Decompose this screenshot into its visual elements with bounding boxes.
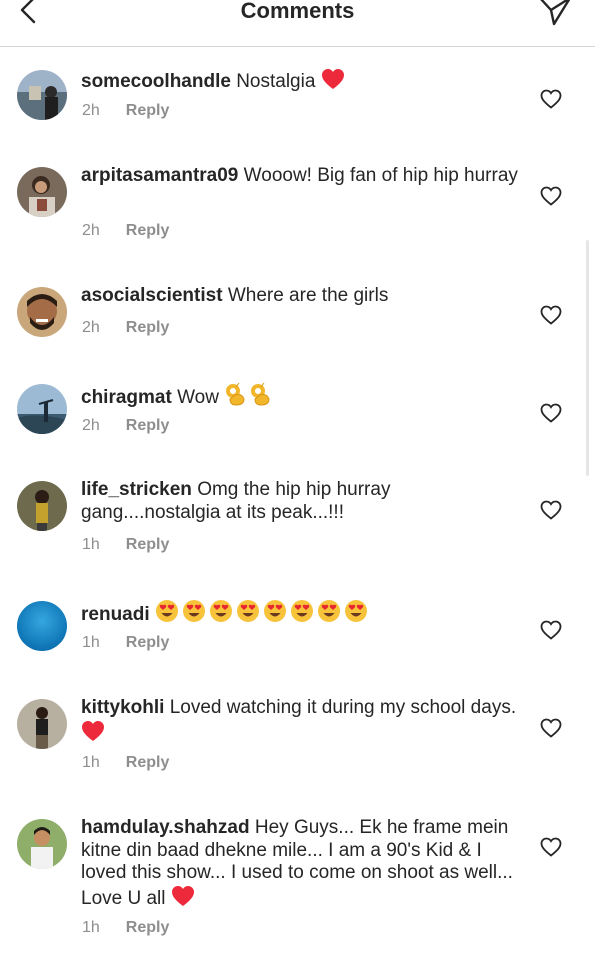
comment-username[interactable]: life_stricken — [81, 479, 192, 500]
avatar[interactable] — [17, 699, 67, 749]
comment-meta: 1h Reply — [82, 536, 169, 554]
heart-eyes-icon — [263, 600, 286, 622]
comment-time: 2h — [82, 417, 100, 434]
comment-time: 1h — [82, 754, 100, 771]
heart-eyes-icon — [344, 600, 367, 622]
comment-body: Wow — [177, 387, 219, 408]
comment-username[interactable]: hamdulay.shahzad — [81, 817, 250, 838]
ok-hand-icon — [251, 382, 270, 406]
heart-eyes-icon — [182, 600, 205, 622]
avatar[interactable] — [17, 287, 67, 337]
comment-username[interactable]: renuadi — [81, 604, 150, 625]
comment-text: hamdulay.shahzad Hey Guys... Ek he frame… — [81, 817, 521, 910]
red-heart-icon — [321, 69, 344, 89]
reply-button[interactable]: Reply — [126, 754, 170, 771]
comment-text: somecoolhandle Nostalgia — [81, 68, 521, 94]
page-title: Comments — [240, 0, 355, 23]
comment-body: Where are the girls — [227, 285, 389, 306]
comment-meta: 1h Reply — [82, 754, 169, 772]
comments-header: Comments — [0, 0, 595, 47]
like-heart-icon[interactable] — [540, 186, 562, 206]
comment-meta: 1h Reply — [82, 919, 169, 937]
comment-body: Wooow! Big fan of hip hip hurray — [243, 165, 518, 186]
reply-button[interactable]: Reply — [126, 417, 170, 434]
like-heart-icon[interactable] — [540, 500, 562, 520]
reply-button[interactable]: Reply — [126, 102, 170, 119]
comment-meta: 2h Reply — [82, 222, 169, 240]
comment-username[interactable]: kittykohli — [81, 697, 164, 718]
comment-username[interactable]: asocialscientist — [81, 285, 223, 306]
like-heart-icon[interactable] — [540, 620, 562, 640]
reply-button[interactable]: Reply — [126, 319, 170, 336]
comment-meta: 2h Reply — [82, 319, 169, 337]
ok-hand-icon — [226, 382, 245, 406]
reply-button[interactable]: Reply — [126, 222, 170, 239]
heart-eyes-icon — [155, 600, 178, 622]
comment-text: renuadi — [81, 599, 521, 627]
like-heart-icon[interactable] — [540, 837, 562, 857]
comment-text: arpitasamantra09 Wooow! Big fan of hip h… — [81, 165, 521, 188]
avatar[interactable] — [17, 70, 67, 120]
like-heart-icon[interactable] — [540, 305, 562, 325]
comment-time: 2h — [82, 102, 100, 119]
comment-username[interactable]: chiragmat — [81, 387, 172, 408]
comment-body: Loved watching it during my school days. — [169, 697, 517, 718]
heart-eyes-icon — [290, 600, 313, 622]
avatar[interactable] — [17, 819, 67, 869]
reply-button[interactable]: Reply — [126, 634, 170, 651]
comment-username[interactable]: somecoolhandle — [81, 71, 231, 92]
scrollbar[interactable] — [586, 240, 589, 476]
comment-body: Nostalgia — [236, 71, 316, 92]
comment-text: chiragmat Wow — [81, 382, 521, 410]
red-heart-icon — [171, 885, 194, 906]
avatar[interactable] — [17, 167, 67, 217]
comment-text: kittykohli Loved watching it during my s… — [81, 697, 521, 745]
comment-meta: 2h Reply — [82, 417, 169, 435]
comment-time: 1h — [82, 634, 100, 651]
heart-eyes-icon — [209, 600, 232, 622]
comment-username[interactable]: arpitasamantra09 — [81, 165, 238, 186]
reply-button[interactable]: Reply — [126, 536, 170, 553]
like-heart-icon[interactable] — [540, 89, 562, 109]
like-heart-icon[interactable] — [540, 403, 562, 423]
like-heart-icon[interactable] — [540, 718, 562, 738]
avatar[interactable] — [17, 384, 67, 434]
comment-time: 2h — [82, 222, 100, 239]
avatar[interactable] — [17, 601, 67, 651]
comment-time: 2h — [82, 319, 100, 336]
comment-text: asocialscientist Where are the girls — [81, 285, 521, 308]
emoji-row — [155, 600, 371, 625]
comment-meta: 1h Reply — [82, 634, 169, 652]
comment-time: 1h — [82, 536, 100, 553]
heart-eyes-icon — [317, 600, 340, 622]
reply-button[interactable]: Reply — [126, 919, 170, 936]
comment-text: life_stricken Omg the hip hip hurray gan… — [81, 479, 521, 524]
heart-eyes-icon — [236, 600, 259, 622]
avatar[interactable] — [17, 481, 67, 531]
comment-meta: 2h Reply — [82, 102, 169, 120]
paper-plane-icon[interactable] — [537, 0, 573, 28]
red-heart-icon — [82, 720, 104, 741]
comment-time: 1h — [82, 919, 100, 936]
